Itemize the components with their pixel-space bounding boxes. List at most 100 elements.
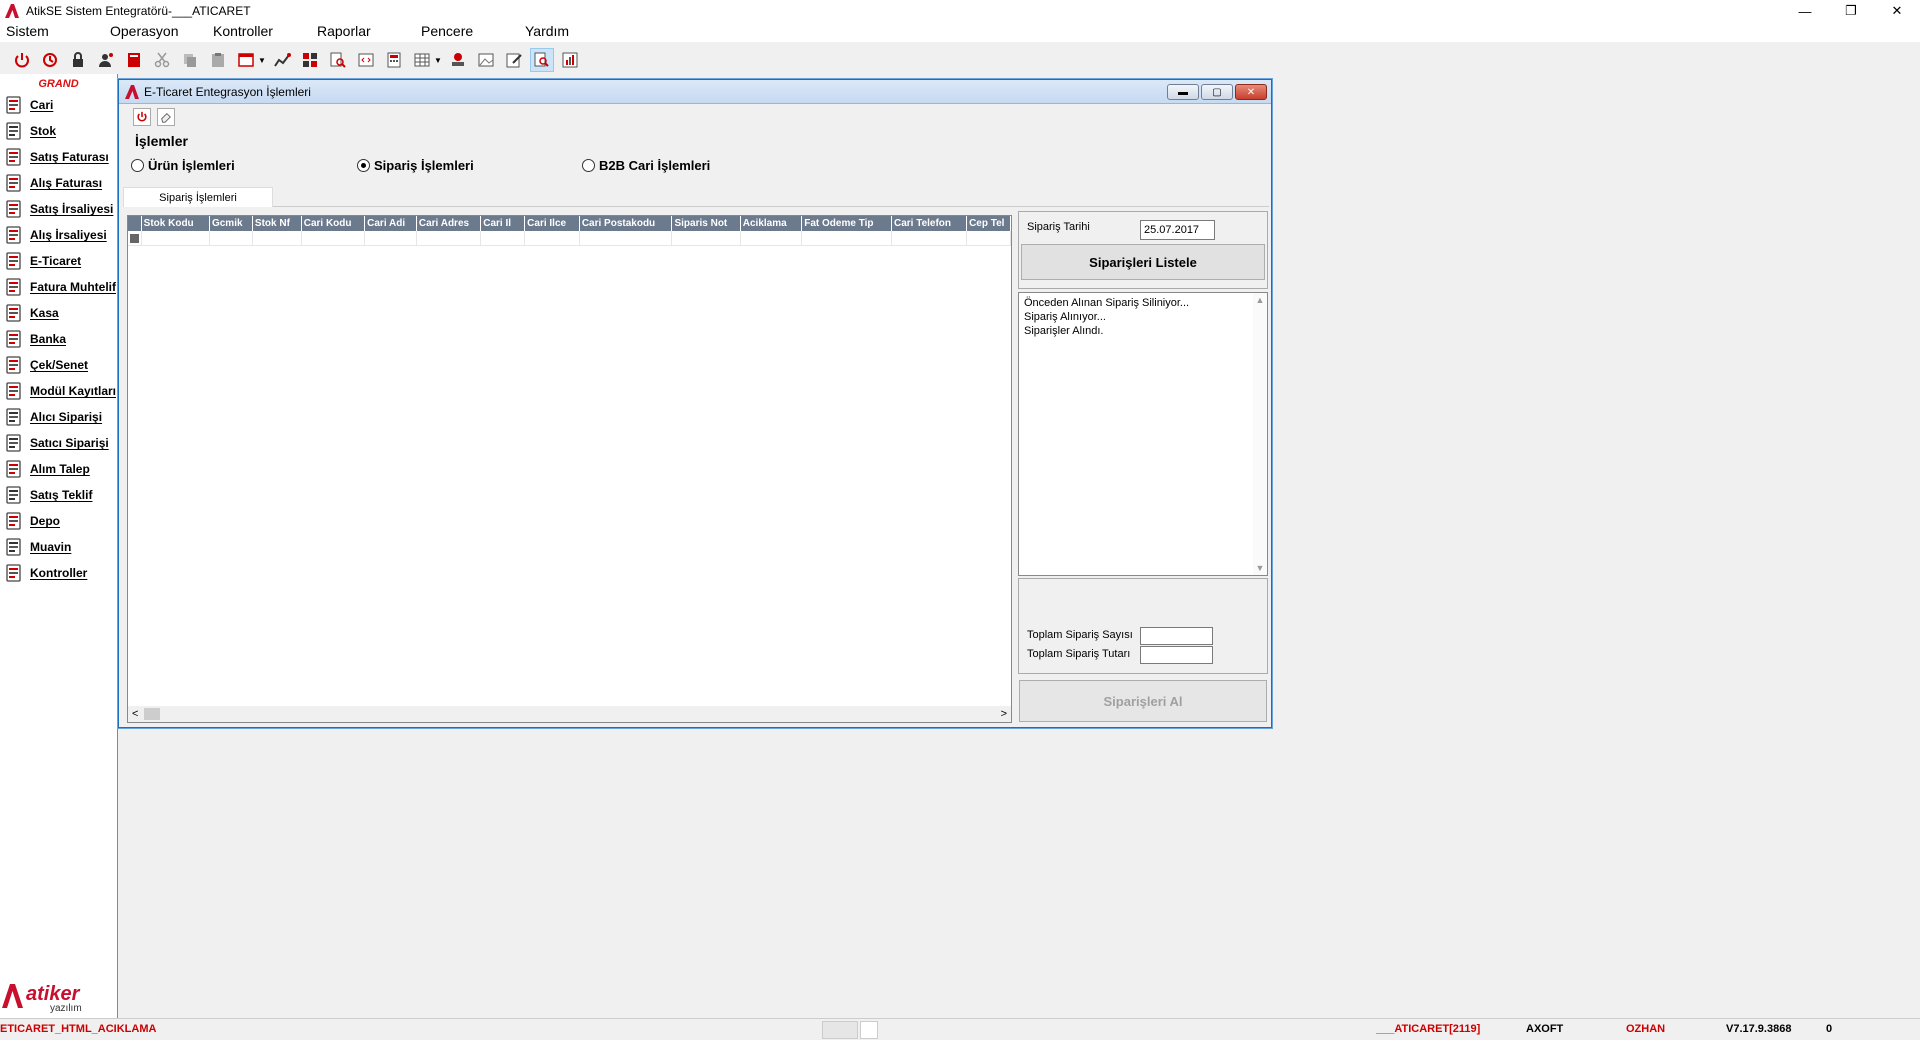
- edit-icon[interactable]: [502, 48, 526, 72]
- scroll-thumb[interactable]: [144, 708, 160, 720]
- restore-button[interactable]: ❐: [1828, 0, 1874, 22]
- radio-b2b-cari-islemleri[interactable]: B2B Cari İşlemleri: [582, 158, 710, 173]
- sidebar-item[interactable]: Çek/Senet: [0, 352, 117, 378]
- sidebar-item[interactable]: Depo: [0, 508, 117, 534]
- menu-yardim[interactable]: Yardım: [519, 23, 575, 39]
- table-icon[interactable]: [410, 48, 434, 72]
- radio-urun-islemleri[interactable]: Ürün İşlemleri: [131, 158, 235, 173]
- table-row[interactable]: [128, 231, 1011, 246]
- cut-icon[interactable]: [150, 48, 174, 72]
- sidebar-item[interactable]: Stok: [0, 118, 117, 144]
- power-icon[interactable]: [133, 108, 151, 126]
- total-amount-field[interactable]: [1140, 646, 1213, 664]
- table-cell[interactable]: [365, 231, 417, 245]
- menu-operasyon[interactable]: Operasyon: [104, 23, 184, 39]
- sidebar-item[interactable]: Modül Kayıtları: [0, 378, 117, 404]
- orders-grid[interactable]: Stok Kodu Gcmik Stok Nf Cari Kodu Cari Adi Ca…: [127, 215, 1012, 723]
- vertical-scrollbar[interactable]: ▲ ▼: [1253, 293, 1267, 575]
- siparisleri-listele-button[interactable]: Siparişleri Listele: [1021, 244, 1265, 280]
- chart-icon[interactable]: [270, 48, 294, 72]
- sidebar-item[interactable]: Muavin: [0, 534, 117, 560]
- column-header[interactable]: Stok Nf: [253, 216, 302, 231]
- table-cell[interactable]: [525, 231, 580, 245]
- column-header[interactable]: Cari Postakodu: [580, 216, 673, 231]
- minimize-button[interactable]: —: [1782, 0, 1828, 22]
- sidebar-item[interactable]: Kasa: [0, 300, 117, 326]
- tab-siparis-islemleri[interactable]: Sipariş İşlemleri: [123, 187, 273, 207]
- column-header[interactable]: Cari Telefon: [892, 216, 968, 231]
- paste-icon[interactable]: [206, 48, 230, 72]
- sidebar-item[interactable]: Kontroller: [0, 560, 117, 586]
- window-icon[interactable]: [234, 48, 258, 72]
- image-icon[interactable]: [474, 48, 498, 72]
- table-cell[interactable]: [741, 231, 803, 245]
- table-cell[interactable]: [580, 231, 673, 245]
- scroll-down-icon[interactable]: ▼: [1256, 561, 1265, 575]
- sidebar-item[interactable]: Satış Faturası: [0, 144, 117, 170]
- radio-circle[interactable]: [357, 159, 370, 172]
- chevron-down-icon[interactable]: ▼: [258, 56, 266, 65]
- search-document-icon[interactable]: [530, 48, 554, 72]
- scroll-left-icon[interactable]: <: [132, 708, 138, 720]
- column-header[interactable]: Cari Kodu: [302, 216, 366, 231]
- menu-raporlar[interactable]: Raporlar: [311, 23, 377, 39]
- siparisleri-al-button[interactable]: Siparişleri Al: [1019, 680, 1267, 722]
- child-title-bar[interactable]: E-Ticaret Entegrasyon İşlemleri ▬ ▢ ✕: [119, 80, 1271, 104]
- dashboard-icon[interactable]: [298, 48, 322, 72]
- column-header[interactable]: Cep Tel: [967, 216, 1011, 231]
- copy-icon[interactable]: [178, 48, 202, 72]
- sidebar-item[interactable]: Satış İrsaliyesi: [0, 196, 117, 222]
- column-header[interactable]: Cari Adres: [417, 216, 482, 231]
- code-icon[interactable]: [354, 48, 378, 72]
- column-header[interactable]: Stok Kodu: [142, 216, 210, 231]
- scroll-up-icon[interactable]: ▲: [1256, 293, 1265, 307]
- sidebar-item[interactable]: Alış İrsaliyesi: [0, 222, 117, 248]
- table-cell[interactable]: [672, 231, 741, 245]
- log-list[interactable]: Önceden Alınan Sipariş Siliniyor... Sipa…: [1018, 292, 1268, 576]
- sidebar-item[interactable]: Cari: [0, 92, 117, 118]
- child-close-button[interactable]: ✕: [1235, 84, 1267, 100]
- column-header[interactable]: Aciklama: [741, 216, 803, 231]
- book-icon[interactable]: [122, 48, 146, 72]
- table-cell[interactable]: [302, 231, 366, 245]
- sidebar-item[interactable]: E-Ticaret: [0, 248, 117, 274]
- power-icon[interactable]: [10, 48, 34, 72]
- table-cell[interactable]: [967, 231, 1011, 245]
- child-maximize-button[interactable]: ▢: [1201, 84, 1233, 100]
- table-cell[interactable]: [892, 231, 968, 245]
- report-search-icon[interactable]: [326, 48, 350, 72]
- lock-icon[interactable]: [66, 48, 90, 72]
- sidebar-item[interactable]: Alım Talep: [0, 456, 117, 482]
- siparis-tarihi-field[interactable]: 25.07.2017: [1140, 220, 1215, 240]
- sidebar-item[interactable]: Fatura Muhtelif: [0, 274, 117, 300]
- chevron-down-icon[interactable]: ▼: [434, 56, 442, 65]
- table-cell[interactable]: [802, 231, 892, 245]
- table-cell[interactable]: [417, 231, 482, 245]
- menu-pencere[interactable]: Pencere: [415, 23, 479, 39]
- row-selector[interactable]: [128, 231, 142, 245]
- table-cell[interactable]: [142, 231, 210, 245]
- column-header[interactable]: Cari Adi: [365, 216, 417, 231]
- table-cell[interactable]: [210, 231, 253, 245]
- total-count-field[interactable]: [1140, 627, 1213, 645]
- calculator-icon[interactable]: [382, 48, 406, 72]
- child-minimize-button[interactable]: ▬: [1167, 84, 1199, 100]
- stamp-icon[interactable]: [446, 48, 470, 72]
- user-icon[interactable]: [94, 48, 118, 72]
- column-header[interactable]: Cari Il: [481, 216, 526, 231]
- column-header[interactable]: Fat Odeme Tip: [802, 216, 892, 231]
- sidebar-item[interactable]: Alıcı Siparişi: [0, 404, 117, 430]
- column-header[interactable]: Siparis Not: [672, 216, 741, 231]
- menu-kontroller[interactable]: Kontroller: [207, 23, 279, 39]
- close-button[interactable]: ✕: [1874, 0, 1920, 22]
- radio-circle[interactable]: [582, 159, 595, 172]
- table-cell[interactable]: [481, 231, 526, 245]
- select-all-cell[interactable]: [128, 216, 142, 231]
- menu-sistem[interactable]: Sistem: [0, 23, 55, 39]
- sidebar-item[interactable]: Banka: [0, 326, 117, 352]
- column-header[interactable]: Gcmik: [210, 216, 253, 231]
- radio-circle[interactable]: [131, 159, 144, 172]
- eraser-icon[interactable]: [157, 108, 175, 126]
- sidebar-item[interactable]: Satış Teklif: [0, 482, 117, 508]
- horizontal-scrollbar[interactable]: < >: [128, 706, 1011, 722]
